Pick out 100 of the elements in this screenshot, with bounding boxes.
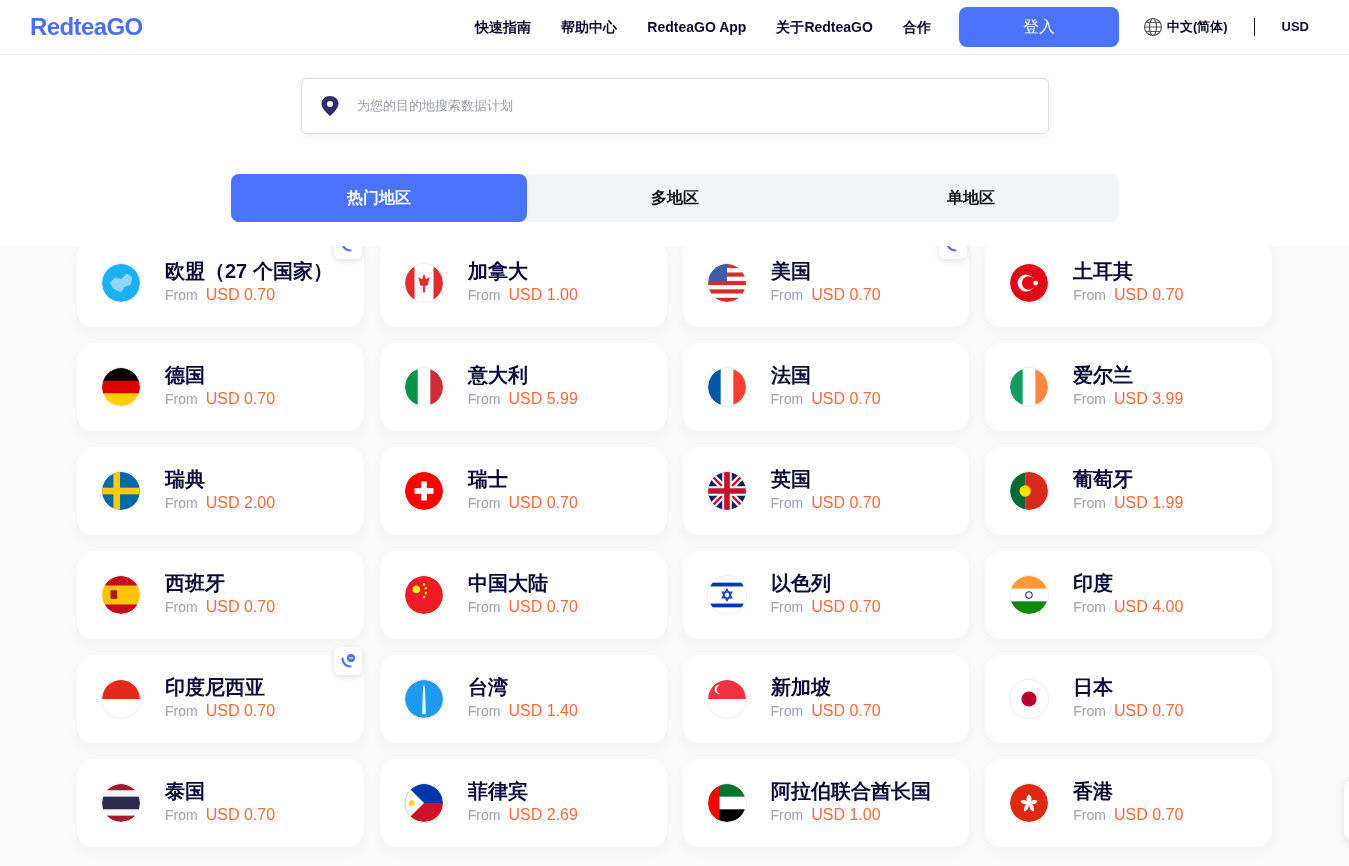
price: USD 1.00 <box>811 805 881 825</box>
price: USD 4.00 <box>1113 597 1184 617</box>
from-label: From <box>770 598 804 617</box>
from-label: From <box>467 806 501 825</box>
destination-name: 新加坡 <box>770 675 832 699</box>
login-button[interactable]: 登入 <box>958 7 1119 47</box>
destination-card[interactable]: 瑞士 From USD 0.70 <box>379 447 667 535</box>
destination-name: 菲律宾 <box>467 779 529 803</box>
destination-card[interactable]: 香港 From USD 0.70 <box>985 759 1272 847</box>
from-label: From <box>165 806 198 825</box>
globe-icon <box>1142 17 1163 37</box>
search-bar[interactable]: 为您的目的地搜索数据计划 <box>300 78 1049 134</box>
from-label: From <box>770 806 804 825</box>
price: USD 0.70 <box>1113 805 1184 825</box>
destination-card[interactable]: 英国 From USD 0.70 <box>682 447 970 535</box>
destination-name: 英国 <box>770 467 812 491</box>
from-label: From <box>1073 598 1106 617</box>
price: USD 0.70 <box>508 597 578 617</box>
from-label: From <box>1073 286 1106 305</box>
flag-icon <box>101 263 141 303</box>
destination-card[interactable]: 印度 From USD 4.00 <box>985 551 1272 639</box>
search-field[interactable]: 为您的目的地搜索数据计划 <box>356 96 1030 116</box>
destination-card[interactable]: 台湾 From USD 1.40 <box>379 655 667 743</box>
destination-card[interactable]: 爱尔兰 From USD 3.99 <box>985 343 1272 431</box>
destination-card[interactable]: 中国大陆 From USD 0.70 <box>379 551 667 639</box>
from-label: From <box>467 702 501 721</box>
price: USD 2.00 <box>205 493 276 513</box>
region-tab[interactable]: 多地区 <box>526 174 823 222</box>
flag-icon <box>1009 471 1050 511</box>
logo[interactable]: RedteaGO <box>30 9 143 45</box>
destination-name: 香港 <box>1073 779 1115 803</box>
destination-card[interactable]: 菲律宾 From USD 2.69 <box>379 759 667 847</box>
flag-icon <box>403 679 444 719</box>
from-label: From <box>165 494 198 513</box>
from-label: From <box>165 598 198 617</box>
flag-icon <box>403 783 444 823</box>
nav-link[interactable]: 关于RedteaGO <box>776 16 873 38</box>
destination-name: 美国 <box>770 259 812 283</box>
price: USD 0.70 <box>205 597 276 617</box>
destination-card[interactable]: 美国 From USD 0.70 <box>682 246 970 327</box>
destination-card[interactable]: 加拿大 From USD 1.00 <box>379 246 667 327</box>
destination-card[interactable]: 日本 From USD 0.70 <box>985 655 1272 743</box>
nav-link[interactable]: 快速指南 <box>475 16 532 38</box>
language-selector[interactable]: 中文(简体) <box>1142 17 1228 37</box>
flag-icon <box>1009 367 1050 407</box>
destination-name: 法国 <box>770 363 812 387</box>
price: USD 0.70 <box>205 805 276 825</box>
price: USD 1.00 <box>508 285 578 305</box>
destination-name: 加拿大 <box>467 259 529 283</box>
price: USD 0.70 <box>508 493 578 513</box>
from-label: From <box>770 494 804 513</box>
chat-support-icon <box>339 653 356 669</box>
destination-card[interactable]: 法国 From USD 0.70 <box>682 343 970 431</box>
destination-card[interactable]: 新加坡 From USD 0.70 <box>682 655 970 743</box>
destination-card[interactable]: 泰国 From USD 0.70 <box>77 759 364 847</box>
destination-name: 德国 <box>165 363 206 387</box>
from-label: From <box>165 286 198 305</box>
price: USD 0.70 <box>1113 701 1184 721</box>
from-label: From <box>467 390 501 409</box>
price: USD 5.99 <box>508 389 578 409</box>
price: USD 3.99 <box>1113 389 1184 409</box>
destination-card[interactable]: 葡萄牙 From USD 1.99 <box>985 447 1272 535</box>
from-label: From <box>770 286 804 305</box>
flag-icon <box>403 471 444 511</box>
nav-link[interactable]: 帮助中心 <box>561 16 618 38</box>
nav-link[interactable]: 合作 <box>902 16 931 38</box>
flag-icon <box>706 263 747 303</box>
chat-support-badge[interactable] <box>333 647 362 675</box>
from-label: From <box>1073 390 1106 409</box>
from-label: From <box>1073 806 1106 825</box>
location-pin-icon <box>319 95 340 117</box>
flag-icon <box>1009 575 1050 615</box>
destination-name: 印度尼西亚 <box>165 675 266 699</box>
price: USD 0.70 <box>205 285 276 305</box>
flag-icon <box>1009 263 1050 303</box>
from-label: From <box>467 494 501 513</box>
destination-card[interactable]: 印度尼西亚 From USD 0.70 <box>77 655 364 743</box>
destination-card[interactable]: 阿拉伯联合酋长国 From USD 1.00 <box>682 759 970 847</box>
flag-icon <box>101 783 141 823</box>
destination-name: 台湾 <box>467 675 509 699</box>
destination-name: 葡萄牙 <box>1073 467 1135 491</box>
destination-card[interactable]: 德国 From USD 0.70 <box>77 343 364 431</box>
destination-name: 以色列 <box>770 571 832 595</box>
price: USD 0.70 <box>811 493 881 513</box>
region-tab[interactable]: 热门地区 <box>230 174 527 222</box>
destination-name: 印度 <box>1073 571 1115 595</box>
from-label: From <box>1073 702 1106 721</box>
destination-card[interactable]: 意大利 From USD 5.99 <box>379 343 667 431</box>
flag-icon <box>706 783 747 823</box>
destination-card[interactable]: 瑞典 From USD 2.00 <box>77 447 364 535</box>
region-tab[interactable]: 单地区 <box>822 174 1119 222</box>
nav-link[interactable]: RedteaGO App <box>647 16 747 38</box>
currency-selector[interactable]: USD <box>1281 17 1309 37</box>
destination-card[interactable]: 西班牙 From USD 0.70 <box>77 551 364 639</box>
destination-card[interactable]: 以色列 From USD 0.70 <box>682 551 970 639</box>
destination-card[interactable]: 土耳其 From USD 0.70 <box>985 246 1272 327</box>
from-label: From <box>770 390 804 409</box>
from-label: From <box>467 598 501 617</box>
destination-name: 瑞典 <box>165 467 206 491</box>
destination-card[interactable]: 欧盟（27 个国家） From USD 0.70 <box>77 246 364 327</box>
